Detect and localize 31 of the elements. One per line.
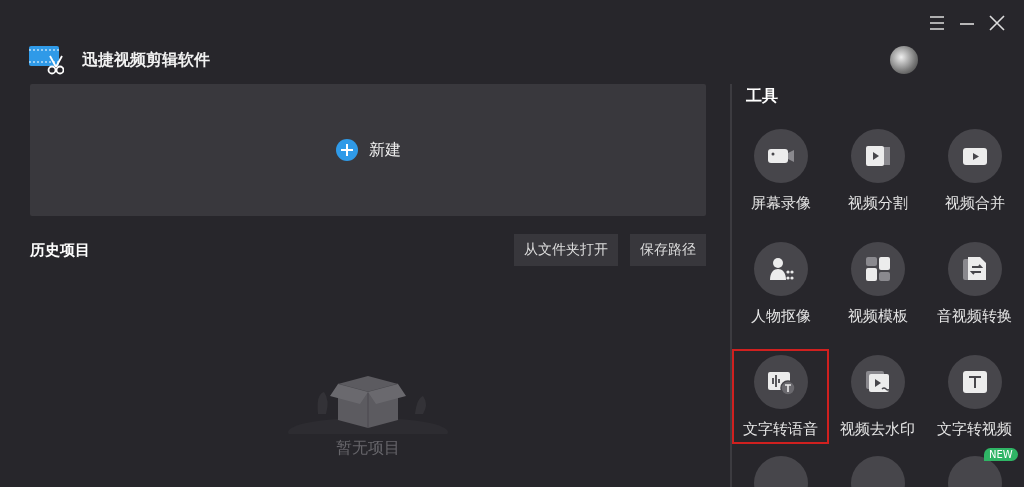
menu-icon[interactable] xyxy=(928,15,946,31)
close-icon[interactable] xyxy=(988,14,1006,32)
section-title: 工具 xyxy=(746,86,779,107)
logo-icon xyxy=(28,44,64,76)
tool-label: 音视频转换 xyxy=(937,307,1012,326)
tool-label: 视频分割 xyxy=(847,194,908,213)
tool-item[interactable]: 视频模板 xyxy=(829,236,926,331)
tool-item[interactable]: 视频合并 xyxy=(926,123,1023,218)
highlighted-tool[interactable]: 文字转语音 xyxy=(732,349,829,444)
plus-icon xyxy=(335,138,359,162)
tool-item[interactable]: 音视频转换 xyxy=(926,236,1023,331)
new-project-card[interactable]: 新建 xyxy=(30,84,706,216)
section-title: 历史项目 xyxy=(30,240,91,260)
toolbar-button[interactable]: 保存路径 xyxy=(630,234,706,266)
tool-item[interactable]: 视频分割 xyxy=(829,123,926,218)
tool-label: 文字转语音 xyxy=(743,420,818,439)
tool-label: 文字转视频 xyxy=(937,420,1012,439)
app-title: 迅捷视频剪辑软件 xyxy=(82,49,210,71)
tool-item[interactable]: 人物抠像 xyxy=(732,236,829,331)
tool-label: 视频去水印 xyxy=(840,420,915,439)
avatar[interactable] xyxy=(890,46,918,74)
toolbar-button[interactable]: 从文件夹打开 xyxy=(514,234,618,266)
tool-label: 人物抠像 xyxy=(750,307,811,326)
new-label: 新建 xyxy=(369,139,401,161)
new-badge: NEW xyxy=(984,448,1018,461)
tool-item[interactable]: 视频去水印 xyxy=(829,349,926,444)
tool-item[interactable]: 屏幕录像 xyxy=(732,123,829,218)
tool-item[interactable]: 文字转视频 xyxy=(926,349,1023,444)
tool-label: 视频合并 xyxy=(944,194,1005,213)
tool-label: 屏幕录像 xyxy=(750,194,811,213)
tool-label: 视频模板 xyxy=(847,307,908,326)
